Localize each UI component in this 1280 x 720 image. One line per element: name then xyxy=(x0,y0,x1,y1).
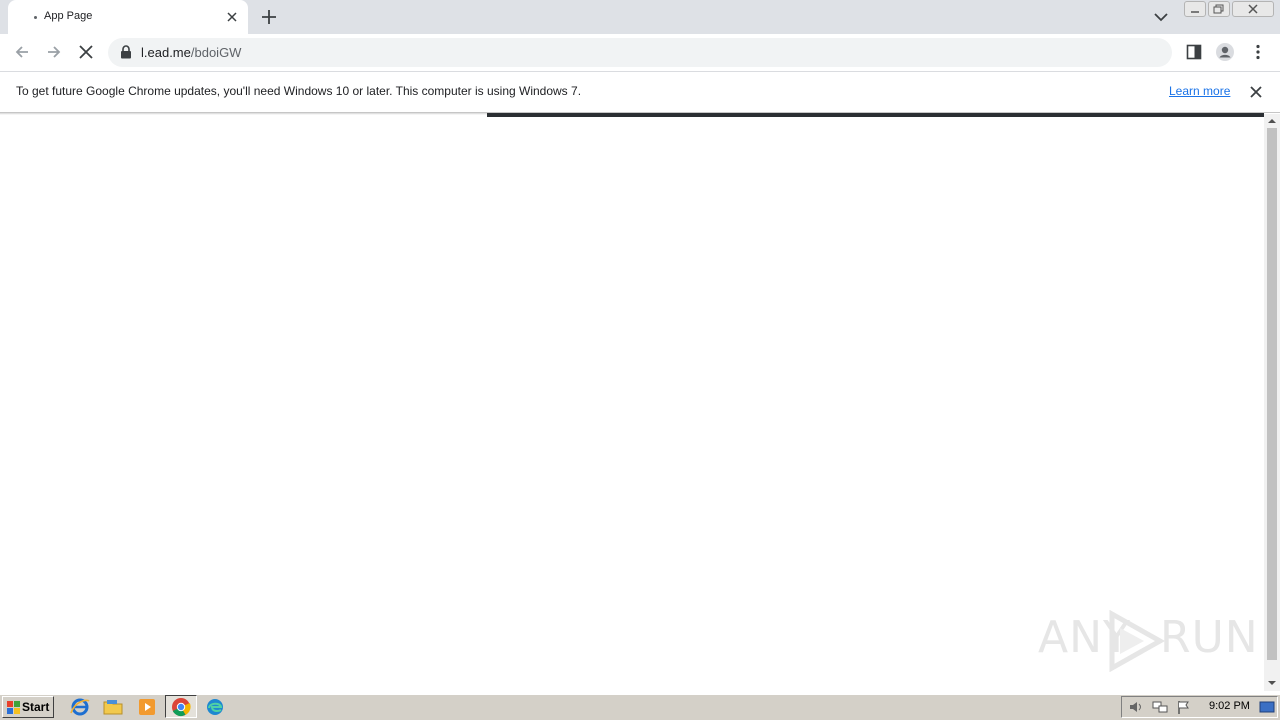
tab-loading-icon xyxy=(34,16,37,19)
minimize-button[interactable] xyxy=(1184,1,1206,17)
kebab-menu-icon[interactable] xyxy=(1248,42,1268,62)
avatar-icon[interactable] xyxy=(1215,42,1235,62)
watermark-play-icon xyxy=(1109,610,1166,672)
page-content xyxy=(0,114,1264,691)
close-icon[interactable] xyxy=(1249,85,1263,99)
scroll-up-arrow-icon[interactable] xyxy=(1266,116,1278,126)
address-bar[interactable] xyxy=(108,38,1172,67)
system-tray xyxy=(1121,696,1278,718)
start-button[interactable]: Start xyxy=(2,696,54,718)
back-button[interactable] xyxy=(12,42,32,62)
internet-explorer-icon[interactable] xyxy=(69,697,91,717)
address-url[interactable]: l.ead.me/bdoiGW xyxy=(141,45,241,60)
network-icon[interactable] xyxy=(1152,699,1168,715)
url-host: l.ead.me xyxy=(141,45,191,60)
taskbar-item-chrome[interactable] xyxy=(165,695,197,718)
chrome-icon xyxy=(172,698,191,717)
minimize-icon xyxy=(1191,11,1199,13)
chevron-down-icon[interactable] xyxy=(1152,9,1170,25)
tab-title: App Page xyxy=(44,10,93,22)
window-close-button[interactable] xyxy=(1232,1,1274,17)
media-player-icon[interactable] xyxy=(136,697,158,717)
edge-icon[interactable] xyxy=(204,697,226,717)
scrollbar-thumb[interactable] xyxy=(1267,128,1277,660)
browser-tab[interactable]: App Page xyxy=(8,0,248,34)
plus-icon[interactable] xyxy=(260,8,278,26)
close-icon[interactable] xyxy=(224,9,240,25)
learn-more-link[interactable]: Learn more xyxy=(1169,84,1230,98)
windows-logo-icon xyxy=(7,701,20,714)
page-load-progress-bar xyxy=(487,113,1264,117)
folder-icon[interactable] xyxy=(102,697,124,717)
url-path: /bdoiGW xyxy=(190,45,242,60)
start-label: Start xyxy=(22,700,50,714)
watermark-text-run: RUN xyxy=(1160,612,1259,663)
tab-strip: App Page xyxy=(0,0,1280,34)
forward-button[interactable] xyxy=(44,42,64,62)
close-icon xyxy=(1248,4,1258,14)
infobar-message: To get future Google Chrome updates, you… xyxy=(16,84,582,98)
action-center-flag-icon[interactable] xyxy=(1176,699,1192,715)
stop-button[interactable] xyxy=(76,42,96,62)
update-infobar: To get future Google Chrome updates, you… xyxy=(0,72,1280,113)
side-panel-icon[interactable] xyxy=(1184,42,1204,62)
restore-icon xyxy=(1213,4,1224,14)
restore-button[interactable] xyxy=(1208,1,1230,17)
volume-icon[interactable] xyxy=(1128,699,1144,715)
lock-icon[interactable] xyxy=(120,45,132,59)
taskbar-clock[interactable]: 9:02 PM xyxy=(1209,700,1250,712)
scroll-down-arrow-icon[interactable] xyxy=(1266,678,1278,688)
show-desktop-icon[interactable] xyxy=(1259,699,1275,715)
